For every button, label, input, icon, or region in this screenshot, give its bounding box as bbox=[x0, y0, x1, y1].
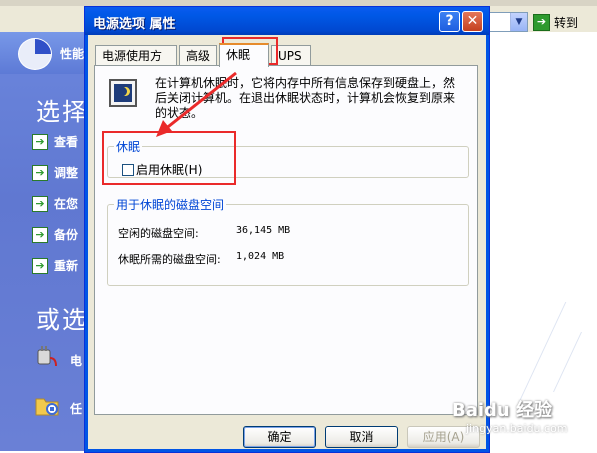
annotation-arrow-icon bbox=[156, 71, 237, 137]
tab-hibernate[interactable]: 休眠 bbox=[219, 43, 269, 67]
watermark-brand: Baidu 经验 bbox=[452, 400, 553, 421]
watermark-url: jingyan.baidu.com bbox=[466, 422, 568, 435]
